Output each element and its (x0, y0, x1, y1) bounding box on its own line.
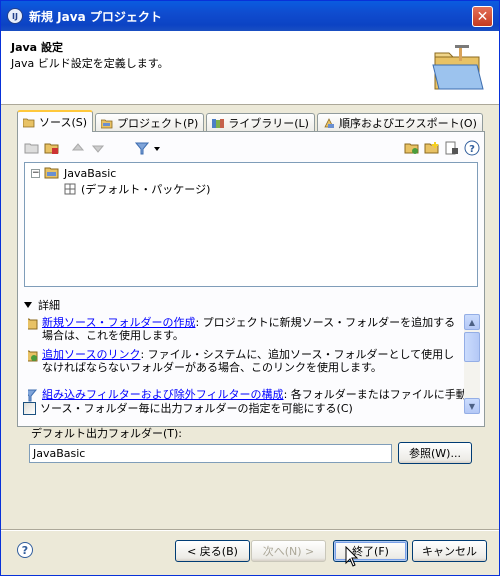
configure-icon[interactable] (444, 140, 460, 156)
move-down-icon[interactable] (90, 140, 106, 156)
help-toolbar-icon[interactable]: ? (464, 140, 480, 156)
edit-folder-icon[interactable] (44, 140, 60, 156)
add-folder-icon[interactable] (24, 140, 40, 156)
tab-projects[interactable]: プロジェクト(P) (95, 113, 205, 132)
scroll-down-icon[interactable]: ▼ (464, 398, 480, 414)
scroll-up-icon[interactable]: ▲ (464, 314, 480, 330)
title-bar[interactable]: IJ 新規 Java プロジェクト ✕ (1, 1, 499, 31)
link-source-link[interactable]: 追加ソースのリンク (42, 348, 140, 361)
source-folder-tree[interactable]: − JavaBasic (デフォルト・パッケージ) (24, 162, 478, 287)
new-source-folder-icon[interactable] (424, 140, 440, 156)
details-section-header[interactable]: 詳細 (24, 297, 60, 313)
back-button[interactable]: < 戻る(B) (175, 540, 250, 562)
project-folder-icon (44, 167, 59, 179)
collapse-icon[interactable]: − (31, 168, 40, 178)
svg-text:?: ? (469, 144, 475, 155)
cancel-button[interactable]: キャンセル (412, 540, 487, 562)
tab-libraries-label: ライブラリー(L) (228, 117, 309, 130)
detail-link-source: 追加ソースのリンク: ファイル・システムに、追加ソース・フォルダーとして使用しな… (28, 348, 462, 374)
page-description: Java ビルド設定を定義します。 (11, 57, 169, 70)
source-folder-icon (23, 118, 35, 127)
close-button[interactable]: ✕ (472, 6, 493, 27)
tab-order-export[interactable]: 順序およびエクスポート(O) (316, 113, 483, 132)
folder-wizard-icon (432, 45, 484, 90)
tab-bar: ソース(S) プロジェクト(P) ライブラリー(L) 順序およびエクスポート(O… (17, 110, 485, 132)
new-java-project-dialog: IJ 新規 Java プロジェクト ✕ Java 設定 Java ビルド設定を定… (0, 0, 500, 576)
tree-node-project[interactable]: − JavaBasic (31, 165, 116, 181)
window-title: 新規 Java プロジェクト (29, 10, 162, 24)
tree-node-project-label: JavaBasic (64, 166, 117, 180)
details-heading: 詳細 (38, 299, 60, 312)
details-panel: 新規ソース・フォルダーの作成: プロジェクトに新規ソース・フォルダーを追加する場… (28, 314, 480, 414)
page-title: Java 設定 (11, 41, 63, 54)
per-folder-output-option[interactable]: ソース・フォルダー毎に出力フォルダーの指定を可能にする(C) (23, 400, 353, 416)
create-source-folder-link[interactable]: 新規ソース・フォルダーの作成 (42, 316, 195, 329)
library-icon (212, 118, 225, 128)
default-output-label: デフォルト出力フォルダー(T): (31, 427, 183, 440)
filter-dropdown-icon[interactable] (134, 140, 164, 156)
help-icon[interactable]: ? (17, 542, 33, 558)
link-source-icon[interactable] (404, 140, 420, 156)
tab-source[interactable]: ソース(S) (17, 110, 94, 132)
tab-order-export-label: 順序およびエクスポート(O) (338, 117, 477, 130)
wizard-header: Java 設定 Java ビルド設定を定義します。 (1, 31, 499, 105)
detail-create-source-folder: 新規ソース・フォルダーの作成: プロジェクトに新規ソース・フォルダーを追加する場… (28, 316, 462, 342)
expand-arrow-icon (24, 302, 32, 308)
mouse-pointer-icon (345, 546, 359, 567)
tree-node-default-package[interactable]: (デフォルト・パッケージ) (63, 181, 210, 197)
footer-separator (1, 529, 499, 531)
per-folder-output-label: ソース・フォルダー毎に出力フォルダーの指定を可能にする(C) (40, 402, 353, 415)
tab-projects-label: プロジェクト(P) (117, 117, 199, 130)
tab-source-label: ソース(S) (39, 116, 88, 129)
project-folder-icon (101, 119, 113, 128)
default-output-field[interactable]: JavaBasic (29, 444, 392, 463)
next-button[interactable]: 次へ(N) > (251, 540, 326, 562)
source-tab-panel: ? − JavaBasic (デフォルト・パッケージ) 詳細 新規ソース・フォル… (17, 131, 485, 427)
new-folder-icon (28, 318, 38, 330)
link-folder-icon (28, 350, 38, 362)
tree-node-default-package-label: (デフォルト・パッケージ) (81, 183, 211, 196)
details-scrollbar[interactable]: ▲ ▼ (464, 314, 480, 414)
move-up-icon[interactable] (70, 140, 86, 156)
tab-libraries[interactable]: ライブラリー(L) (206, 113, 315, 132)
per-folder-output-checkbox[interactable] (23, 401, 36, 415)
scroll-thumb[interactable] (464, 332, 480, 362)
source-toolbar: ? (24, 138, 480, 160)
eclipse-app-icon: IJ (7, 8, 23, 24)
package-icon (64, 183, 76, 195)
browse-button[interactable]: 参照(W)... (398, 442, 472, 464)
order-export-icon (324, 117, 334, 128)
